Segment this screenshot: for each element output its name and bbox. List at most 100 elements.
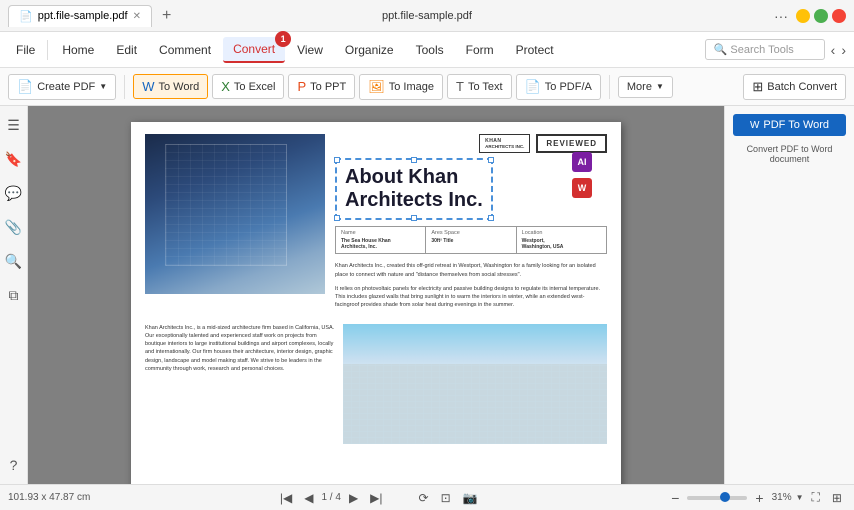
sidebar-bookmark-icon[interactable]: 🔖 — [3, 148, 25, 170]
selection-handle-tr — [488, 157, 494, 163]
minimize-button[interactable] — [796, 9, 810, 23]
to-word-icon: W — [142, 79, 154, 94]
tab-close-icon[interactable]: ✕ — [133, 11, 141, 22]
to-excel-label: To Excel — [234, 81, 276, 93]
add-tab-button[interactable]: + — [158, 7, 175, 25]
to-ppt-label: To PPT — [310, 81, 346, 93]
selection-handle-tl — [334, 157, 340, 163]
tab-filename: ppt.file-sample.pdf — [38, 10, 128, 22]
ai-assistant-button[interactable]: AI — [572, 152, 592, 172]
create-pdf-dropdown-icon[interactable]: ▼ — [99, 82, 107, 91]
to-text-label: To Text — [468, 81, 503, 93]
menu-item-protect[interactable]: Protect — [506, 38, 564, 62]
selection-handle-bc — [411, 215, 417, 221]
rotate-page-button[interactable]: ⟳ — [415, 489, 433, 507]
main-layout: ☰ 🔖 💬 📎 🔍 ⧉ ? KHAN — [0, 106, 854, 484]
title-bar: 📄 ppt.file-sample.pdf ✕ + ppt.file-sampl… — [0, 0, 854, 32]
zoom-dropdown-icon[interactable]: ▼ — [796, 493, 804, 502]
batch-convert-icon: ⊞ — [752, 79, 763, 95]
create-pdf-button[interactable]: 📄 Create PDF ▼ — [8, 74, 116, 100]
info-value-area: 30ft² Title — [431, 238, 510, 244]
menu-item-home[interactable]: Home — [52, 38, 104, 62]
maximize-button[interactable] — [814, 9, 828, 23]
current-page: 1 — [321, 492, 327, 503]
to-text-button[interactable]: T To Text — [447, 74, 512, 99]
menu-item-tools[interactable]: Tools — [406, 38, 454, 62]
to-text-icon: T — [456, 79, 464, 94]
sidebar-pages-icon[interactable]: ☰ — [3, 114, 25, 136]
menu-item-comment[interactable]: Comment — [149, 38, 221, 62]
zoom-controls: − + 31% ▼ ⛶ ⊞ — [667, 488, 846, 508]
to-pdfa-label: To PDF/A — [545, 81, 592, 93]
pdf-info-table: Name The Sea House KhanArchitects, Inc. … — [335, 226, 607, 254]
pdf-view-area[interactable]: KHAN ARCHITECTS INC. REVIEWED — [28, 106, 724, 484]
app-title: ppt.file-sample.pdf — [382, 10, 472, 22]
toolbar-separator-2 — [609, 75, 610, 99]
menu-item-form[interactable]: Form — [456, 38, 504, 62]
search-tools-input[interactable]: 🔍 Search Tools — [705, 39, 825, 60]
pdf-to-word-convert-button[interactable]: W PDF To Word — [733, 114, 846, 136]
file-menu[interactable]: File — [8, 38, 43, 62]
first-page-button[interactable]: |◀ — [276, 489, 296, 507]
zoom-level: 31% — [772, 492, 792, 503]
menu-item-view[interactable]: View — [287, 38, 333, 62]
pdf-body-text-1: Khan Architects Inc., created this off-g… — [335, 262, 607, 279]
title-line-1: About Khan — [345, 166, 458, 188]
pdf-text-block: Khan Architects Inc., is a mid-sized arc… — [145, 324, 335, 444]
pdf-to-word-label: PDF To Word — [763, 119, 829, 131]
right-panel: W PDF To Word Convert PDF to Word docume… — [724, 106, 854, 484]
to-word-button[interactable]: W To Word — [133, 74, 208, 99]
file-tab[interactable]: 📄 ppt.file-sample.pdf ✕ — [8, 5, 152, 27]
nav-back-icon[interactable]: ‹ — [831, 42, 836, 58]
to-word-label: To Word — [158, 81, 199, 93]
selection-handle-tc — [411, 157, 417, 163]
info-label-name: Name — [341, 230, 420, 236]
close-button[interactable] — [832, 9, 846, 23]
extension-button[interactable]: W — [572, 178, 592, 198]
snapshot-button[interactable]: 📷 — [459, 489, 482, 507]
more-label: More — [627, 81, 652, 93]
prev-page-button[interactable]: ◀ — [300, 489, 317, 507]
create-pdf-icon: 📄 — [17, 79, 33, 95]
current-page-indicator: 1 / 4 — [321, 492, 340, 503]
batch-convert-label: Batch Convert — [767, 81, 837, 93]
sidebar-help-icon[interactable]: ? — [3, 454, 25, 476]
view-mode-button[interactable]: ⊞ — [828, 489, 846, 507]
building-image-top — [145, 134, 325, 294]
window-menu-button[interactable]: ··· — [770, 4, 792, 28]
convert-toolbar: 📄 Create PDF ▼ W To Word X To Excel P To… — [0, 68, 854, 106]
search-icon: 🔍 — [714, 44, 728, 56]
zoom-out-button[interactable]: − — [667, 488, 683, 508]
to-ppt-icon: P — [297, 79, 306, 94]
batch-convert-button[interactable]: ⊞ Batch Convert — [743, 74, 846, 100]
last-page-button[interactable]: ▶| — [366, 489, 386, 507]
selection-handle-bl — [334, 215, 340, 221]
menu-bar: File Home Edit Comment Convert 1 View Or… — [0, 32, 854, 68]
status-bar-center: |◀ ◀ 1 / 4 ▶ ▶| ⟳ ⊡ 📷 — [276, 489, 482, 507]
khan-logo: KHAN ARCHITECTS INC. — [479, 134, 530, 153]
menu-item-edit[interactable]: Edit — [106, 38, 147, 62]
fullscreen-button[interactable]: ⛶ — [808, 488, 824, 507]
sidebar-layers-icon[interactable]: ⧉ — [3, 284, 25, 306]
more-button[interactable]: More ▼ — [618, 76, 673, 98]
toolbar-separator — [124, 75, 125, 99]
info-label-area: Ares Space — [431, 230, 510, 236]
pdf-body-text-2: It relies on photovoltaic panels for ele… — [335, 285, 607, 310]
zoom-slider[interactable] — [687, 496, 747, 500]
sidebar-comment-icon[interactable]: 💬 — [3, 182, 25, 204]
to-image-icon: 🖼 — [368, 79, 385, 95]
next-page-button[interactable]: ▶ — [345, 489, 362, 507]
menu-item-organize[interactable]: Organize — [335, 38, 404, 62]
sidebar-search-icon[interactable]: 🔍 — [3, 250, 25, 272]
reviewed-badge: REVIEWED — [536, 134, 607, 153]
to-pdfa-button[interactable]: 📄 To PDF/A — [516, 74, 601, 100]
zoom-in-button[interactable]: + — [751, 488, 767, 508]
more-dropdown-icon: ▼ — [656, 82, 664, 91]
to-ppt-button[interactable]: P To PPT — [288, 74, 355, 99]
sidebar-attachment-icon[interactable]: 📎 — [3, 216, 25, 238]
to-excel-button[interactable]: X To Excel — [212, 74, 284, 99]
to-image-button[interactable]: 🖼 To Image — [359, 74, 443, 100]
nav-forward-icon[interactable]: › — [841, 42, 846, 58]
fit-page-button[interactable]: ⊡ — [437, 489, 455, 507]
left-sidebar: ☰ 🔖 💬 📎 🔍 ⧉ ? — [0, 106, 28, 484]
